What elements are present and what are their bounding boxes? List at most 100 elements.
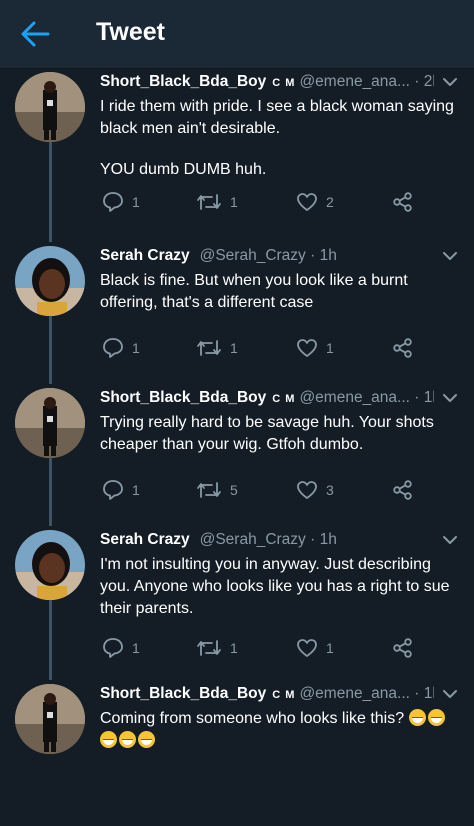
reply-button[interactable]: 1 <box>102 190 140 214</box>
reply-button[interactable]: 1 <box>102 336 140 360</box>
share-button[interactable] <box>392 190 414 214</box>
like-count: 3 <box>326 482 334 498</box>
laughing-emoji-icon <box>119 731 136 748</box>
tweet-header: Short_Black_Bda_Boy C M@emene_ana... · 2h <box>100 72 434 93</box>
avatar[interactable] <box>15 72 85 142</box>
avatar[interactable] <box>15 388 85 458</box>
name-badge: C M <box>272 393 296 405</box>
tweet-text: Coming from someone who looks like this? <box>100 708 462 752</box>
chevron-down-icon[interactable] <box>442 534 458 546</box>
retweet-button[interactable]: 1 <box>196 190 238 214</box>
laughing-emoji-icon <box>100 731 117 748</box>
user-handle[interactable]: @emene_ana... <box>299 389 410 406</box>
separator-dot: · <box>414 389 420 406</box>
tweet-actions: 1 5 3 <box>100 478 430 502</box>
chevron-down-icon[interactable] <box>442 392 458 404</box>
tweet-text-line: I'm not insulting you in anyway. Just de… <box>100 556 450 617</box>
tweet[interactable]: Short_Black_Bda_Boy C M@emene_ana... · 1h… <box>0 388 474 530</box>
laughing-emoji-icon <box>408 709 426 726</box>
tweet-text: I'm not insulting you in anyway. Just de… <box>100 554 462 620</box>
retweet-count: 1 <box>230 194 238 210</box>
like-button[interactable]: 1 <box>296 336 334 360</box>
timestamp: 2h <box>423 73 434 90</box>
share-icon <box>393 338 412 358</box>
tweet[interactable]: Short_Black_Bda_Boy C M@emene_ana... · 2h… <box>0 72 474 214</box>
share-button[interactable] <box>392 636 414 660</box>
like-button[interactable]: 2 <box>296 190 334 214</box>
chevron-down-icon[interactable] <box>442 250 458 262</box>
tweet-text-line: Coming from someone who looks like this? <box>100 710 405 727</box>
laughing-emoji-icon <box>427 709 445 726</box>
name-badge: C M <box>272 77 296 89</box>
share-icon <box>393 638 412 658</box>
tweet-paragraph: Trying really hard to be savage huh. You… <box>100 412 462 456</box>
share-icon <box>393 192 412 212</box>
arrow-left-icon[interactable] <box>20 20 50 48</box>
tweet-paragraph: Black is fine. But when you look like a … <box>100 270 462 314</box>
heart-icon <box>297 339 317 357</box>
laughing-emoji-icon <box>138 731 155 748</box>
reply-button[interactable]: 1 <box>102 478 140 502</box>
tweet-text: Black is fine. But when you look like a … <box>100 270 462 314</box>
like-count: 1 <box>326 340 334 356</box>
tweet-paragraph: Coming from someone who looks like this? <box>100 708 462 752</box>
retweet-icon <box>197 340 221 356</box>
separator-dot: · <box>310 247 316 264</box>
retweet-button[interactable]: 1 <box>196 336 238 360</box>
tweet[interactable]: Serah Crazy @Serah_Crazy · 1h I'm not insu… <box>0 530 474 672</box>
retweet-button[interactable]: 1 <box>196 636 238 660</box>
tweet-text: I ride them with pride. I see a black wo… <box>100 96 462 181</box>
timestamp: 1h <box>319 531 337 548</box>
separator-dot: · <box>310 531 316 548</box>
share-icon <box>393 480 412 500</box>
user-handle[interactable]: @Serah_Crazy <box>200 531 306 548</box>
tweet-text: Trying really hard to be savage huh. You… <box>100 412 462 456</box>
chevron-down-icon[interactable] <box>442 76 458 88</box>
display-name[interactable]: Serah Crazy <box>100 247 190 264</box>
avatar[interactable] <box>15 530 85 600</box>
display-name[interactable]: Short_Black_Bda_Boy <box>100 685 266 702</box>
tweet[interactable]: Short_Black_Bda_Boy C M@emene_ana... · 1h… <box>0 684 474 826</box>
tweet-header: Serah Crazy @Serah_Crazy · 1h <box>100 246 434 267</box>
display-name[interactable]: Short_Black_Bda_Boy <box>100 73 266 90</box>
top-bar: Tweet <box>0 0 474 69</box>
user-handle[interactable]: @emene_ana... <box>299 73 410 90</box>
tweet-text-line: YOU dumb DUMB huh. <box>100 161 267 178</box>
reply-count: 1 <box>132 482 140 498</box>
chevron-down-icon[interactable] <box>442 688 458 700</box>
heart-icon <box>297 193 317 211</box>
share-button[interactable] <box>392 336 414 360</box>
retweet-icon <box>197 640 221 656</box>
separator-dot: · <box>414 73 420 90</box>
reply-icon <box>103 480 123 500</box>
share-button[interactable] <box>392 478 414 502</box>
tweet-header: Short_Black_Bda_Boy C M@emene_ana... · 1h <box>100 388 434 409</box>
like-count: 2 <box>326 194 334 210</box>
retweet-button[interactable]: 5 <box>196 478 238 502</box>
tweet-text-line: I ride them with pride. I see a black wo… <box>100 98 454 137</box>
timestamp: 1h <box>423 389 434 406</box>
display-name[interactable]: Short_Black_Bda_Boy <box>100 389 266 406</box>
like-button[interactable]: 1 <box>296 636 334 660</box>
user-handle[interactable]: @emene_ana... <box>299 685 410 702</box>
reply-button[interactable]: 1 <box>102 636 140 660</box>
display-name[interactable]: Serah Crazy <box>100 531 190 548</box>
avatar[interactable] <box>15 684 85 754</box>
tweet-actions: 1 1 1 <box>100 636 430 660</box>
tweet[interactable]: Serah Crazy @Serah_Crazy · 1h Black is fin… <box>0 246 474 388</box>
tweet-actions: 1 1 1 <box>100 336 430 360</box>
user-handle[interactable]: @Serah_Crazy <box>200 247 306 264</box>
reply-icon <box>103 192 123 212</box>
like-count: 1 <box>326 640 334 656</box>
reply-count: 1 <box>132 640 140 656</box>
retweet-count: 1 <box>230 640 238 656</box>
timestamp: 1h <box>423 685 434 702</box>
retweet-count: 1 <box>230 340 238 356</box>
timestamp: 1h <box>319 247 337 264</box>
reply-icon <box>103 638 123 658</box>
like-button[interactable]: 3 <box>296 478 334 502</box>
avatar[interactable] <box>15 246 85 316</box>
heart-icon <box>297 639 317 657</box>
page-title: Tweet <box>96 18 165 46</box>
name-badge: C M <box>272 689 296 701</box>
